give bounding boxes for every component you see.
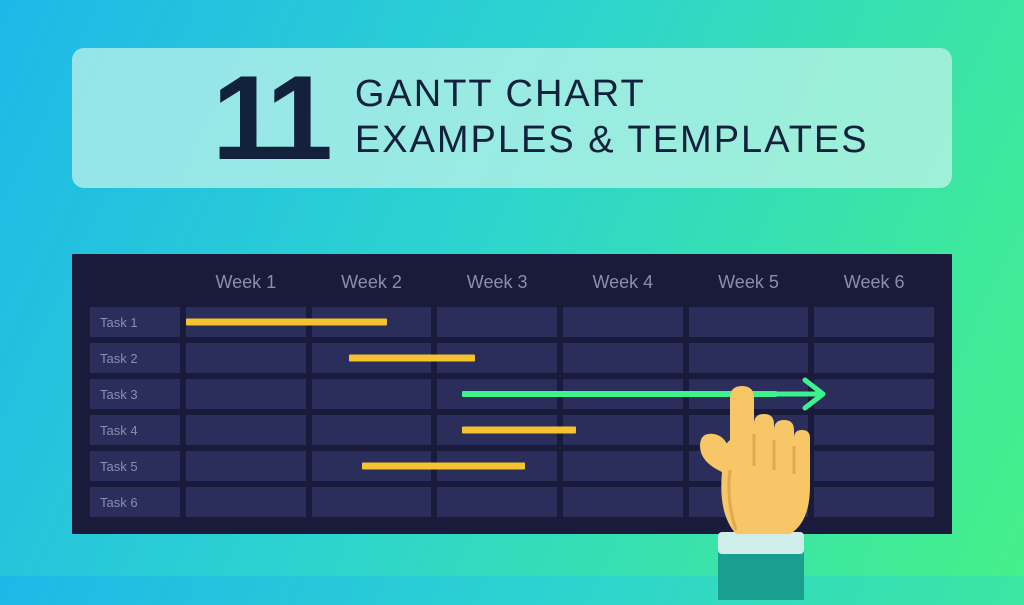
headline-text: GANTT CHART EXAMPLES & TEMPLATES xyxy=(355,72,869,163)
gantt-row: Task 5 xyxy=(90,451,934,481)
gantt-cell xyxy=(689,307,809,337)
gantt-cell xyxy=(689,343,809,373)
gantt-row: Task 3 xyxy=(90,379,934,409)
gantt-panel: Week 1 Week 2 Week 3 Week 4 Week 5 Week … xyxy=(72,254,952,534)
gantt-cell xyxy=(689,415,809,445)
gantt-cell xyxy=(312,415,432,445)
gantt-cell xyxy=(814,415,934,445)
gantt-cell xyxy=(312,379,432,409)
gantt-cell xyxy=(186,379,306,409)
gantt-cell xyxy=(814,451,934,481)
headline-number: 11 xyxy=(212,58,327,178)
gantt-cell xyxy=(186,415,306,445)
col-header: Week 1 xyxy=(186,268,306,297)
gantt-header: Week 1 Week 2 Week 3 Week 4 Week 5 Week … xyxy=(90,268,934,297)
task-label: Task 2 xyxy=(90,343,180,373)
gantt-cell xyxy=(814,487,934,517)
gantt-row: Task 6 xyxy=(90,487,934,517)
gantt-cell xyxy=(186,343,306,373)
gantt-cell xyxy=(563,451,683,481)
gantt-cell xyxy=(186,487,306,517)
gantt-bar xyxy=(462,427,575,434)
headline-line1: GANTT CHART xyxy=(355,72,869,118)
gantt-cell xyxy=(563,487,683,517)
task-label: Task 5 xyxy=(90,451,180,481)
gantt-bar-active xyxy=(462,391,776,397)
gantt-row: Task 4 xyxy=(90,415,934,445)
col-header: Week 2 xyxy=(312,268,432,297)
gantt-cell xyxy=(563,307,683,337)
col-header: Week 3 xyxy=(437,268,557,297)
gantt-bar xyxy=(362,463,525,470)
gantt-cell xyxy=(437,307,557,337)
gantt-cell xyxy=(814,307,934,337)
gantt-cell xyxy=(689,451,809,481)
gantt-cell xyxy=(814,343,934,373)
task-label: Task 4 xyxy=(90,415,180,445)
gantt-cell xyxy=(186,451,306,481)
gantt-row: Task 1 xyxy=(90,307,934,337)
gantt-row: Task 2 xyxy=(90,343,934,373)
gantt-cell xyxy=(563,343,683,373)
task-label: Task 3 xyxy=(90,379,180,409)
task-label: Task 6 xyxy=(90,487,180,517)
gantt-bar xyxy=(349,355,475,362)
gantt-cell xyxy=(563,415,683,445)
arrow-right-icon xyxy=(775,374,829,414)
col-header: Week 6 xyxy=(814,268,934,297)
col-header: Week 5 xyxy=(689,268,809,297)
title-card: 11 GANTT CHART EXAMPLES & TEMPLATES xyxy=(72,48,952,188)
task-label: Task 1 xyxy=(90,307,180,337)
gantt-cell xyxy=(814,379,934,409)
gantt-bar xyxy=(186,319,387,326)
gantt-cell xyxy=(437,487,557,517)
gantt-cell xyxy=(312,487,432,517)
col-header: Week 4 xyxy=(563,268,683,297)
gantt-cell xyxy=(689,487,809,517)
headline-line2: EXAMPLES & TEMPLATES xyxy=(355,118,869,164)
